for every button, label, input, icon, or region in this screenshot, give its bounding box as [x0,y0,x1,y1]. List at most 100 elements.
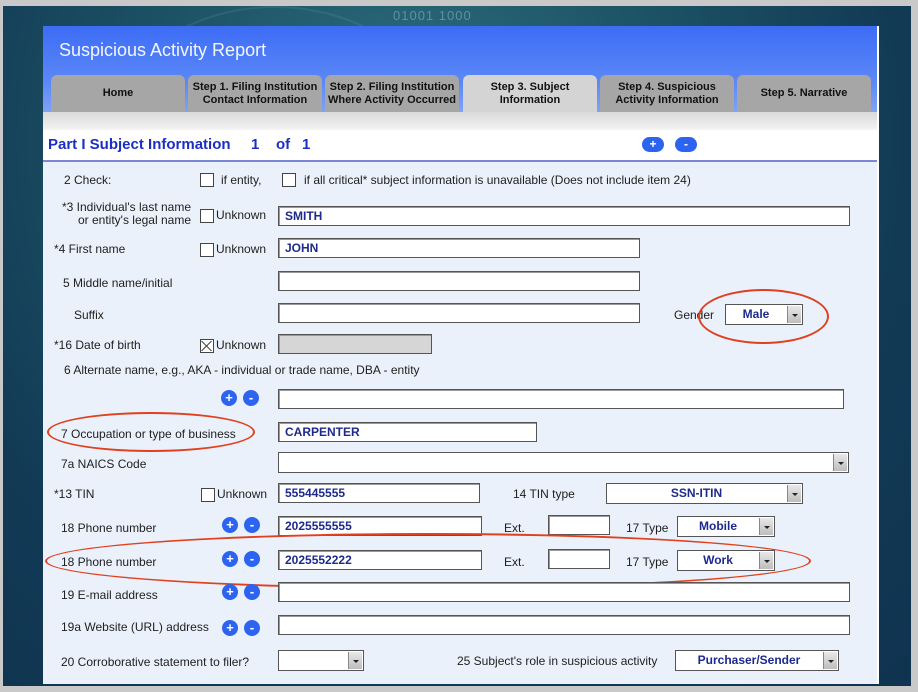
phone-2-input[interactable]: 2025552222 [278,550,482,570]
middle-name-input[interactable] [278,271,640,291]
dropdown-arrow-icon[interactable] [348,652,362,669]
phone-1-label: 18 Phone number [61,521,157,535]
phone-2-type-value: Work [703,553,733,567]
tin-label: *13 TIN [54,487,95,501]
tab-label-line2: Where Activity Occurred [328,93,456,106]
role-value: Purchaser/Sender [697,653,801,667]
tab-strip [43,112,877,130]
dropdown-arrow-icon[interactable] [759,518,773,535]
corroborative-label: 20 Corroborative statement to filer? [61,655,250,669]
entity-checkbox[interactable] [200,173,214,187]
last-name-label-line1: *3 Individual's last name [61,200,191,214]
background-decoration-text: 01001 1000 [393,8,472,23]
tab-label-line1: Step 2. Filing Institution [329,80,455,93]
role-label: 25 Subject's role in suspicious activity [457,654,658,668]
phone-1-type-value: Mobile [699,519,737,533]
tab-label-line2: Information [499,93,561,106]
email-input[interactable] [278,582,850,602]
phone-2-type-select[interactable]: Work [677,550,775,571]
phone-1-ext-input[interactable] [548,515,610,535]
tab-label-line1: Step 3. Subject [490,80,570,93]
phone-2-label: 18 Phone number [61,555,157,569]
tab-label: Home [102,87,134,99]
add-email-button[interactable]: + [222,584,238,600]
occupation-label: 7 Occupation or type of business [61,427,236,441]
corroborative-select[interactable] [278,650,364,671]
website-input[interactable] [278,615,850,635]
entity-checkbox-label: if entity, [221,173,262,187]
part-header: Part I Subject Information 1 of 1 + - [43,130,877,162]
gender-select[interactable]: Male [725,304,803,325]
tab-step-5[interactable]: Step 5. Narrative [737,75,871,112]
tab-step-3[interactable]: Step 3. Subject Information [463,75,597,112]
add-alt-name-button[interactable]: + [221,390,237,406]
alt-name-label: 6 Alternate name, e.g., AKA - individual… [64,363,420,377]
first-name-unknown-checkbox[interactable] [200,243,214,257]
remove-email-button[interactable]: - [244,584,260,600]
add-website-button[interactable]: + [222,620,238,636]
sar-form-window: Suspicious Activity Report Home Step 1. … [43,26,879,684]
last-name-label-line2: or entity's legal name [77,213,191,227]
phone-1-input[interactable]: 2025555555 [278,516,482,536]
remove-website-button[interactable]: - [244,620,260,636]
tab-label: Step 5. Narrative [760,87,848,99]
tin-type-select[interactable]: SSN-ITIN [606,483,803,504]
occupation-input[interactable]: CARPENTER [278,422,537,442]
dob-input[interactable] [278,334,432,354]
website-label: 19a Website (URL) address [61,620,209,634]
last-name-unknown-label: Unknown [216,208,267,222]
dropdown-arrow-icon[interactable] [759,552,773,569]
tab-step-1[interactable]: Step 1. Filing Institution Contact Inform… [188,75,322,112]
suffix-label: Suffix [74,308,104,322]
step-tabs: Home Step 1. Filing Institution Contact I… [51,75,877,112]
app-title: Suspicious Activity Report [59,40,267,60]
last-name-input[interactable]: SMITH [278,206,850,226]
remove-alt-name-button[interactable]: - [243,390,259,406]
part-total: 1 [302,136,311,153]
dropdown-arrow-icon[interactable] [823,652,837,669]
phone-1-type-label: 17 Type [626,521,669,535]
phone-2-ext-label: Ext. [504,555,525,569]
critical-info-unavailable-checkbox[interactable] [282,173,296,187]
dob-unknown-checkbox[interactable] [200,339,214,353]
tab-label-line2: Activity Information [615,93,719,106]
remove-phone-button[interactable]: - [244,551,260,567]
critical-info-label: if all critical* subject information is … [304,173,691,187]
tin-unknown-checkbox[interactable] [201,488,215,502]
remove-phone-button[interactable]: - [244,517,260,533]
phone-1-ext-label: Ext. [504,521,525,535]
remove-subject-button[interactable]: - [675,137,697,152]
alt-name-input[interactable] [278,389,844,409]
suffix-input[interactable] [278,303,640,323]
tab-label-line1: Step 4. Suspicious [618,80,716,93]
phone-2-ext-input[interactable] [548,549,610,569]
first-name-label: *4 First name [54,242,126,256]
part-title: Part I Subject Information [48,136,231,153]
middle-name-label: 5 Middle name/initial [63,276,173,290]
add-phone-button[interactable]: + [222,517,238,533]
email-label: 19 E-mail address [61,588,158,602]
dropdown-arrow-icon[interactable] [833,454,847,471]
tin-unknown-label: Unknown [217,487,268,501]
tab-step-4[interactable]: Step 4. Suspicious Activity Information [600,75,734,112]
dropdown-arrow-icon[interactable] [787,485,801,502]
tab-step-2[interactable]: Step 2. Filing Institution Where Activity… [325,75,459,112]
dropdown-arrow-icon[interactable] [787,306,801,323]
add-phone-button[interactable]: + [222,551,238,567]
first-name-unknown-label: Unknown [216,242,267,256]
tab-label-line1: Step 1. Filing Institution [192,80,318,93]
tin-type-value: SSN-ITIN [670,486,723,500]
tin-input[interactable]: 555445555 [278,483,480,503]
tab-home[interactable]: Home [51,75,185,112]
naics-select[interactable] [278,452,849,473]
add-subject-button[interactable]: + [642,137,664,152]
last-name-unknown-checkbox[interactable] [200,209,214,223]
dob-unknown-label: Unknown [216,338,267,352]
role-select[interactable]: Purchaser/Sender [675,650,839,671]
phone-1-type-select[interactable]: Mobile [677,516,775,537]
tin-type-label: 14 TIN type [513,487,575,501]
first-name-input[interactable]: JOHN [278,238,640,258]
part-of-label: of [276,136,291,153]
check-label: 2 Check: [64,173,112,187]
tab-label-line2: Contact Information [202,93,308,106]
